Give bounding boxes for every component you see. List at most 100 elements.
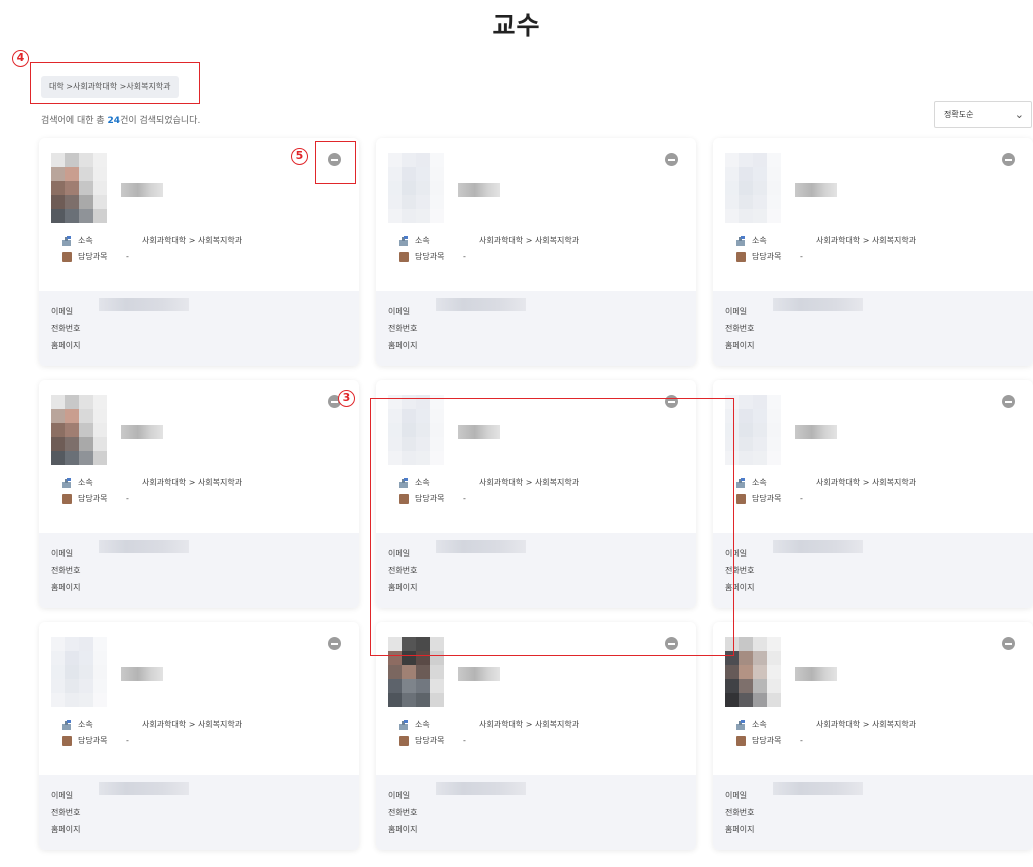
homepage-label: 홈페이지 bbox=[725, 583, 755, 592]
subject-label: 담당과목 bbox=[752, 736, 782, 745]
professor-card[interactable]: 소속 사회과학대학 > 사회복지학과 담당과목 - 이메일 전화번호 홈페이지 bbox=[713, 380, 1033, 608]
email-value-blurred[interactable] bbox=[436, 540, 526, 553]
professor-name-blurred bbox=[121, 183, 163, 197]
card-contact-section: 이메일 전화번호 홈페이지 bbox=[713, 533, 1033, 608]
subject-value: - bbox=[126, 252, 129, 261]
email-value-blurred[interactable] bbox=[99, 540, 189, 553]
professor-card[interactable]: 소속 사회과학대학 > 사회복지학과 담당과목 - 이메일 전화번호 홈페이지 bbox=[39, 138, 359, 366]
card-header: 소속 사회과학대학 > 사회복지학과 담당과목 - bbox=[713, 622, 1033, 775]
remove-icon[interactable] bbox=[1002, 395, 1015, 408]
annotation-number-card: 3 bbox=[338, 390, 355, 407]
affiliation-value: 사회과학대학 > 사회복지학과 bbox=[142, 478, 243, 487]
email-value-blurred[interactable] bbox=[436, 298, 526, 311]
card-header: 소속 사회과학대학 > 사회복지학과 담당과목 - bbox=[376, 622, 696, 775]
card-contact-section: 이메일 전화번호 홈페이지 bbox=[376, 291, 696, 366]
card-contact-section: 이메일 전화번호 홈페이지 bbox=[713, 291, 1033, 366]
avatar bbox=[388, 637, 444, 707]
card-contact-section: 이메일 전화번호 홈페이지 bbox=[376, 775, 696, 850]
professor-card[interactable]: 소속 사회과학대학 > 사회복지학과 담당과목 - 이메일 전화번호 홈페이지 bbox=[39, 380, 359, 608]
professor-name-blurred bbox=[121, 425, 163, 439]
subject-label: 담당과목 bbox=[415, 736, 445, 745]
homepage-label: 홈페이지 bbox=[51, 341, 81, 350]
book-icon bbox=[399, 494, 409, 504]
school-icon bbox=[736, 478, 746, 488]
result-suffix: 건이 검색되었습니다. bbox=[120, 116, 201, 126]
professor-name-blurred bbox=[121, 667, 163, 681]
homepage-label: 홈페이지 bbox=[725, 825, 755, 834]
phone-label: 전화번호 bbox=[388, 324, 418, 333]
email-value-blurred[interactable] bbox=[773, 298, 863, 311]
annotation-number-remove: 5 bbox=[291, 148, 308, 165]
avatar bbox=[51, 637, 107, 707]
avatar bbox=[725, 637, 781, 707]
affiliation-label: 소속 bbox=[78, 236, 93, 245]
email-label: 이메일 bbox=[388, 791, 411, 800]
subject-label: 담당과목 bbox=[415, 494, 445, 503]
school-icon bbox=[399, 478, 409, 488]
email-label: 이메일 bbox=[725, 307, 748, 316]
remove-icon[interactable] bbox=[1002, 637, 1015, 650]
affiliation-label: 소속 bbox=[78, 478, 93, 487]
subject-value: - bbox=[463, 736, 466, 745]
professor-card[interactable]: 소속 사회과학대학 > 사회복지학과 담당과목 - 이메일 전화번호 홈페이지 bbox=[376, 380, 696, 608]
sort-dropdown[interactable]: 정확도순 ⌄ bbox=[934, 101, 1032, 128]
professor-name-blurred bbox=[795, 183, 837, 197]
email-value-blurred[interactable] bbox=[99, 298, 189, 311]
affiliation-label: 소속 bbox=[752, 236, 767, 245]
affiliation-label: 소속 bbox=[415, 720, 430, 729]
breadcrumb[interactable]: 대학 >사회과학대학 >사회복지학과 bbox=[41, 76, 179, 98]
professor-card[interactable]: 소속 사회과학대학 > 사회복지학과 담당과목 - 이메일 전화번호 홈페이지 bbox=[376, 622, 696, 850]
book-icon bbox=[62, 736, 72, 746]
book-icon bbox=[736, 736, 746, 746]
professor-card[interactable]: 소속 사회과학대학 > 사회복지학과 담당과목 - 이메일 전화번호 홈페이지 bbox=[39, 622, 359, 850]
professor-card[interactable]: 소속 사회과학대학 > 사회복지학과 담당과목 - 이메일 전화번호 홈페이지 bbox=[376, 138, 696, 366]
email-value-blurred[interactable] bbox=[99, 782, 189, 795]
professor-name-blurred bbox=[458, 183, 500, 197]
card-header: 소속 사회과학대학 > 사회복지학과 담당과목 - bbox=[713, 138, 1033, 291]
affiliation-value: 사회과학대학 > 사회복지학과 bbox=[816, 236, 917, 245]
affiliation-value: 사회과학대학 > 사회복지학과 bbox=[479, 720, 580, 729]
email-label: 이메일 bbox=[725, 791, 748, 800]
remove-icon[interactable] bbox=[328, 637, 341, 650]
card-contact-section: 이메일 전화번호 홈페이지 bbox=[39, 291, 359, 366]
remove-icon[interactable] bbox=[665, 395, 678, 408]
subject-value: - bbox=[800, 736, 803, 745]
school-icon bbox=[736, 236, 746, 246]
email-label: 이메일 bbox=[725, 549, 748, 558]
avatar bbox=[51, 395, 107, 465]
subject-value: - bbox=[463, 494, 466, 503]
book-icon bbox=[736, 494, 746, 504]
card-header: 소속 사회과학대학 > 사회복지학과 담당과목 - bbox=[376, 380, 696, 533]
subject-value: - bbox=[126, 494, 129, 503]
chevron-down-icon: ⌄ bbox=[1014, 108, 1024, 121]
professor-card[interactable]: 소속 사회과학대학 > 사회복지학과 담당과목 - 이메일 전화번호 홈페이지 bbox=[713, 138, 1033, 366]
email-label: 이메일 bbox=[51, 549, 74, 558]
professor-name-blurred bbox=[458, 667, 500, 681]
card-contact-section: 이메일 전화번호 홈페이지 bbox=[713, 775, 1033, 850]
subject-label: 담당과목 bbox=[78, 252, 108, 261]
homepage-label: 홈페이지 bbox=[725, 341, 755, 350]
avatar bbox=[725, 153, 781, 223]
email-value-blurred[interactable] bbox=[436, 782, 526, 795]
card-header: 소속 사회과학대학 > 사회복지학과 담당과목 - bbox=[39, 622, 359, 775]
email-value-blurred[interactable] bbox=[773, 540, 863, 553]
email-label: 이메일 bbox=[51, 791, 74, 800]
subject-label: 담당과목 bbox=[752, 494, 782, 503]
card-header: 소속 사회과학대학 > 사회복지학과 담당과목 - bbox=[376, 138, 696, 291]
professor-card[interactable]: 소속 사회과학대학 > 사회복지학과 담당과목 - 이메일 전화번호 홈페이지 bbox=[713, 622, 1033, 850]
email-value-blurred[interactable] bbox=[773, 782, 863, 795]
book-icon bbox=[62, 252, 72, 262]
remove-icon[interactable] bbox=[665, 637, 678, 650]
affiliation-value: 사회과학대학 > 사회복지학과 bbox=[816, 478, 917, 487]
card-header: 소속 사회과학대학 > 사회복지학과 담당과목 - bbox=[713, 380, 1033, 533]
affiliation-value: 사회과학대학 > 사회복지학과 bbox=[142, 236, 243, 245]
avatar bbox=[388, 395, 444, 465]
remove-icon[interactable] bbox=[328, 153, 341, 166]
affiliation-label: 소속 bbox=[752, 478, 767, 487]
remove-icon[interactable] bbox=[665, 153, 678, 166]
homepage-label: 홈페이지 bbox=[51, 825, 81, 834]
affiliation-value: 사회과학대학 > 사회복지학과 bbox=[479, 236, 580, 245]
subject-label: 담당과목 bbox=[752, 252, 782, 261]
result-count: 24 bbox=[107, 116, 121, 126]
remove-icon[interactable] bbox=[1002, 153, 1015, 166]
